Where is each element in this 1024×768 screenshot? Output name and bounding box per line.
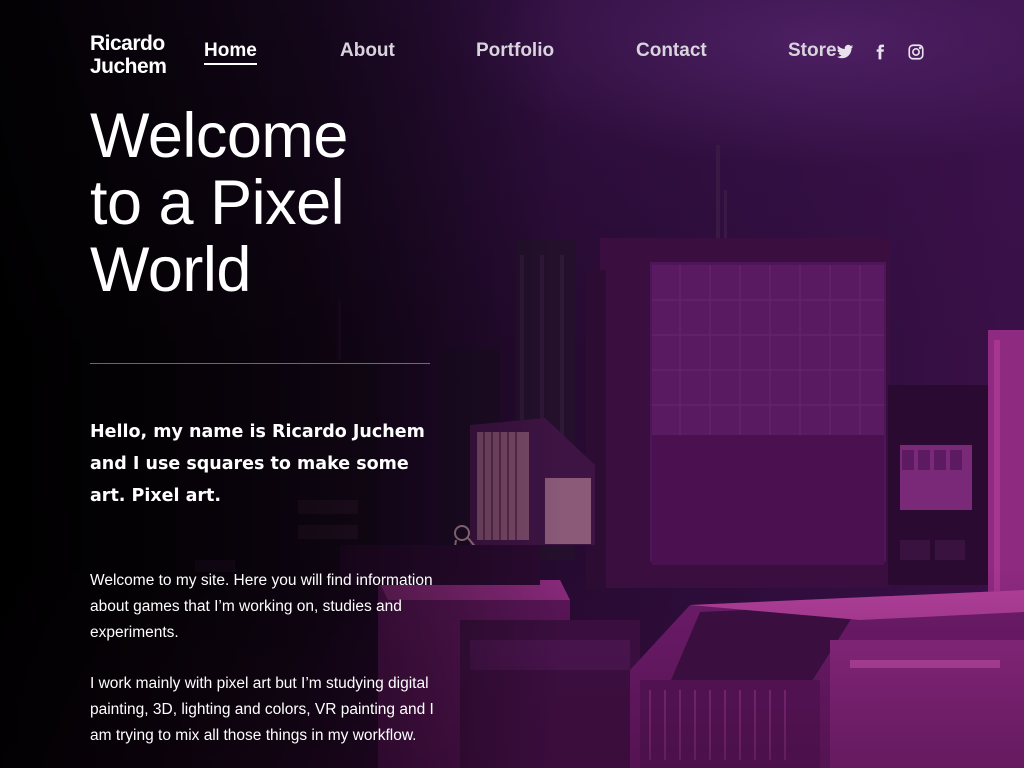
site-logo[interactable]: Ricardo Juchem (90, 32, 167, 78)
nav-portfolio-link[interactable]: Portfolio (476, 40, 554, 62)
logo-first-name: Ricardo (90, 32, 165, 55)
logo-last-name: Juchem (90, 55, 167, 78)
work-paragraph: I work mainly with pixel art but I’m stu… (90, 675, 434, 744)
nav-home-link[interactable]: Home (204, 40, 257, 65)
welcome-paragraph: Welcome to my site. Here you will find i… (90, 572, 433, 641)
intro-text: Hello, my name is Ricardo Juchem and I u… (90, 416, 435, 512)
hero-title: Welcome to a Pixel World (90, 103, 450, 304)
instagram-icon[interactable] (907, 43, 925, 63)
intro-name: Ricardo Juchem (271, 422, 425, 442)
intro-text-lead: Hello, my name is (90, 422, 272, 442)
twitter-icon[interactable] (836, 43, 854, 63)
hero-title-line3: World (90, 235, 251, 305)
intro-text-tail: and I use squares to make some art. Pixe… (90, 454, 409, 506)
nav-about-link[interactable]: About (340, 40, 395, 62)
hero-title-line2: to a Pixel (90, 168, 345, 238)
nav-contact-link[interactable]: Contact (636, 40, 707, 62)
hero-title-line1: Welcome (90, 101, 348, 171)
nav-store-link[interactable]: Store (788, 40, 837, 62)
facebook-icon[interactable] (872, 43, 888, 63)
hero-divider (90, 363, 430, 364)
